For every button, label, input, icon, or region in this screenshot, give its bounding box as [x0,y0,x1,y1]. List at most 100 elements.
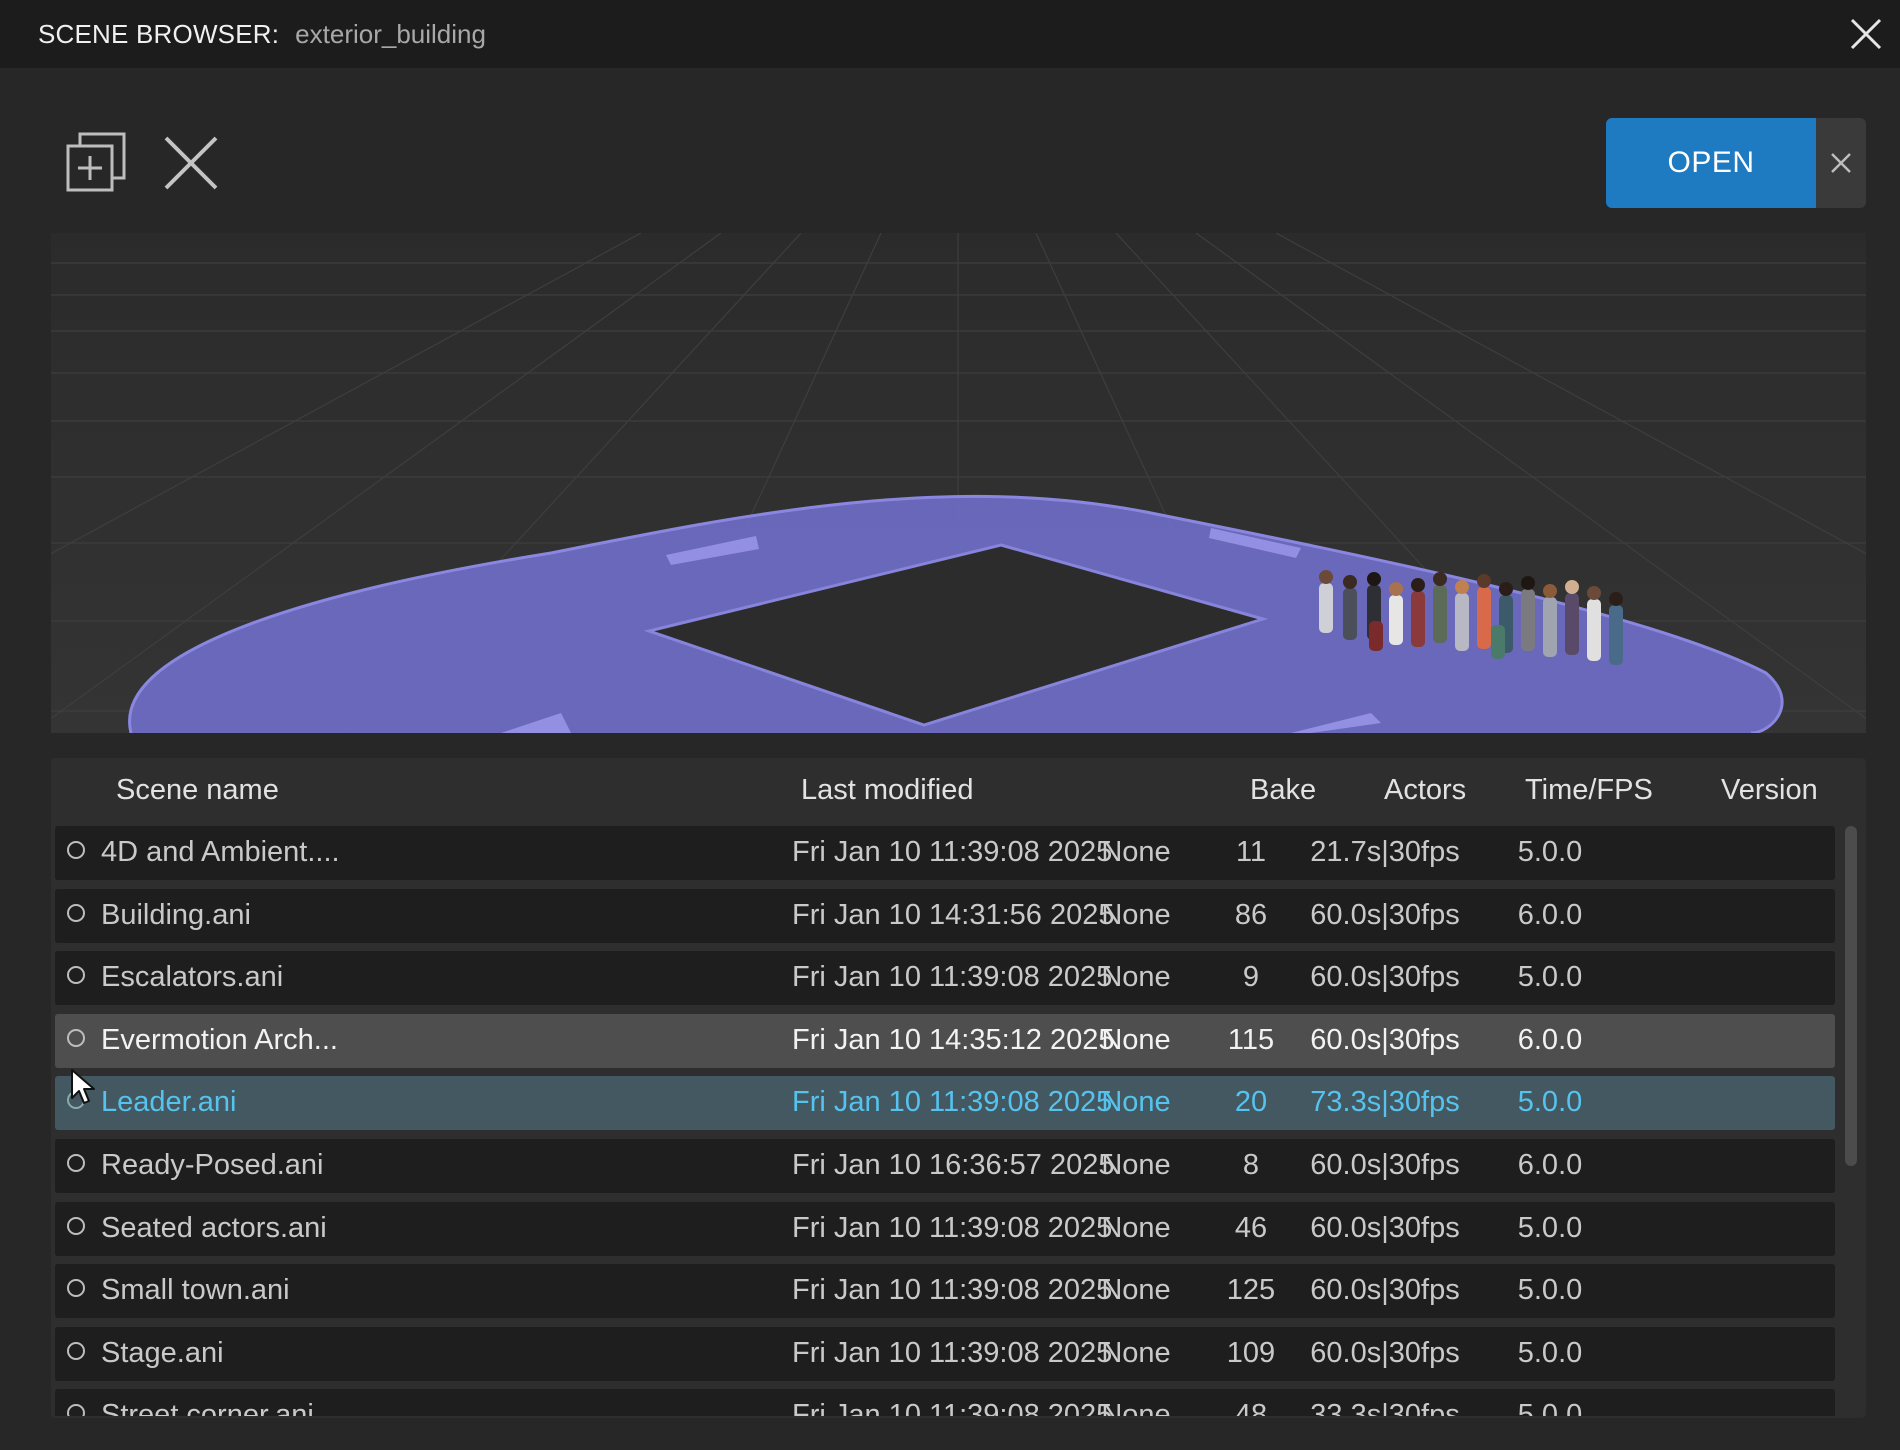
delete-scene-button[interactable] [162,134,220,197]
cell-actors: 8 [1242,1148,1260,1181]
cell-scene-name: Leader.ani [101,1086,237,1119]
cell-time-fps: 60.0s|30fps [1310,898,1460,931]
cell-version: 5.0.0 [1517,836,1583,868]
cell-scene-name: Ready-Posed.ani [101,1148,324,1181]
cell-scene-name: 4D and Ambient.... [101,836,340,868]
row-radio[interactable] [67,1279,85,1298]
cell-scene-name: Escalators.ani [101,961,284,994]
table-row[interactable]: Ready-Posed.ani Fri Jan 10 16:36:57 2025… [55,1138,1835,1193]
cell-actors: 125 [1226,1274,1276,1307]
cell-bake: None [1101,1336,1171,1369]
cell-time-fps: 60.0s|30fps [1310,1023,1460,1056]
table-row[interactable]: Escalators.ani Fri Jan 10 11:39:08 2025 … [55,951,1835,1006]
cell-actors: 48 [1234,1399,1268,1416]
cell-actors: 46 [1234,1211,1268,1244]
cell-last-modified: Fri Jan 10 11:39:08 2025 [792,1211,1113,1244]
add-scene-icon [66,132,126,192]
cell-bake: None [1101,836,1171,868]
cell-version: 6.0.0 [1517,898,1583,931]
row-radio[interactable] [67,841,85,859]
cell-scene-name: Seated actors.ani [101,1211,327,1244]
cell-version: 6.0.0 [1517,1148,1583,1181]
cell-actors: 86 [1234,898,1268,931]
cell-scene-name: Evermotion Arch... [101,1023,338,1056]
cell-actors: 109 [1226,1336,1276,1369]
scene-list: 4D and Ambient.... Fri Jan 10 11:39:08 2… [55,826,1835,1416]
close-icon [1850,18,1882,50]
open-button[interactable]: OPEN [1606,118,1816,208]
window-title-label: SCENE BROWSER: [38,18,280,49]
cell-version: 5.0.0 [1517,1211,1583,1244]
cell-version: 5.0.0 [1517,1399,1583,1416]
row-radio[interactable] [67,1028,85,1047]
cell-time-fps: 60.0s|30fps [1310,1211,1460,1244]
cell-time-fps: 60.0s|30fps [1310,1274,1460,1307]
open-dismiss-button[interactable] [1816,118,1866,208]
cell-bake: None [1101,1274,1171,1307]
cell-time-fps: 21.7s|30fps [1310,836,1460,868]
scene-preview-viewport[interactable] [51,233,1866,733]
window-close-button[interactable] [1846,14,1886,54]
cell-last-modified: Fri Jan 10 14:35:12 2025 [792,1023,1115,1056]
cell-last-modified: Fri Jan 10 11:39:08 2025 [792,1274,1113,1307]
row-radio[interactable] [67,1216,85,1235]
cell-scene-name: Street corner.ani [101,1399,314,1416]
add-scene-button[interactable] [64,130,130,201]
scene-table: Scene name Last modified Bake Actors Tim… [51,758,1866,1418]
cell-actors: 20 [1234,1086,1268,1119]
cell-last-modified: Fri Jan 10 16:36:57 2025 [792,1148,1115,1181]
cell-version: 5.0.0 [1517,1086,1583,1119]
column-header-bake[interactable]: Bake [1250,774,1316,807]
row-radio[interactable] [67,966,85,985]
column-header-last-modified[interactable]: Last modified [801,774,974,807]
table-row[interactable]: Street corner.ani Fri Jan 10 11:39:08 20… [55,1389,1835,1416]
row-radio[interactable] [67,903,85,922]
column-header-time-fps[interactable]: Time/FPS [1525,774,1653,807]
row-radio[interactable] [67,1341,85,1360]
table-row-hovered[interactable]: Evermotion Arch... Fri Jan 10 14:35:12 2… [55,1013,1835,1068]
cell-bake: None [1101,961,1171,994]
cell-actors: 11 [1235,836,1267,868]
cell-last-modified: Fri Jan 10 11:39:08 2025 [792,836,1113,868]
cell-time-fps: 33.3s|30fps [1310,1399,1460,1416]
cell-version: 5.0.0 [1517,1336,1583,1369]
cell-last-modified: Fri Jan 10 11:39:08 2025 [792,961,1113,994]
cell-actors: 9 [1242,961,1260,994]
cell-time-fps: 60.0s|30fps [1310,1336,1460,1369]
cell-time-fps: 73.3s|30fps [1310,1086,1460,1119]
column-header-scene-name[interactable]: Scene name [116,774,279,807]
table-row[interactable]: Stage.ani Fri Jan 10 11:39:08 2025 None … [55,1326,1835,1381]
cell-bake: None [1101,898,1171,931]
column-header-version[interactable]: Version [1721,774,1818,807]
cell-bake: None [1101,1148,1171,1181]
row-radio[interactable] [67,1153,85,1172]
scene-preview-render [51,233,1866,733]
table-header: Scene name Last modified Bake Actors Tim… [51,758,1866,824]
table-row[interactable]: Seated actors.ani Fri Jan 10 11:39:08 20… [55,1201,1835,1256]
table-row[interactable]: Small town.ani Fri Jan 10 11:39:08 2025 … [55,1264,1835,1319]
cell-last-modified: Fri Jan 10 14:31:56 2025 [792,898,1115,931]
table-scrollbar[interactable] [1845,826,1857,1166]
title-bar: SCENE BROWSER: exterior_building [0,0,1900,68]
cell-time-fps: 60.0s|30fps [1310,961,1460,994]
column-header-actors[interactable]: Actors [1384,774,1466,807]
open-button-group: OPEN [1606,118,1866,208]
cell-last-modified: Fri Jan 10 11:39:08 2025 [792,1336,1113,1369]
cell-version: 6.0.0 [1517,1023,1583,1056]
close-icon [1831,153,1851,173]
cell-version: 5.0.0 [1517,1274,1583,1307]
cell-bake: None [1101,1086,1171,1119]
table-row[interactable]: Building.ani Fri Jan 10 14:31:56 2025 No… [55,888,1835,943]
cell-scene-name: Building.ani [101,898,251,931]
table-row[interactable]: 4D and Ambient.... Fri Jan 10 11:39:08 2… [55,826,1835,880]
table-row-selected[interactable]: Leader.ani Fri Jan 10 11:39:08 2025 None… [55,1076,1835,1131]
cell-last-modified: Fri Jan 10 11:39:08 2025 [792,1086,1113,1119]
cell-scene-name: Small town.ani [101,1274,290,1307]
row-radio[interactable] [67,1404,85,1416]
cell-last-modified: Fri Jan 10 11:39:08 2025 [792,1399,1113,1416]
window-title-value: exterior_building [295,18,486,49]
delete-icon [164,136,218,190]
cell-version: 5.0.0 [1517,961,1583,994]
cell-bake: None [1101,1399,1171,1416]
cell-bake: None [1101,1211,1171,1244]
